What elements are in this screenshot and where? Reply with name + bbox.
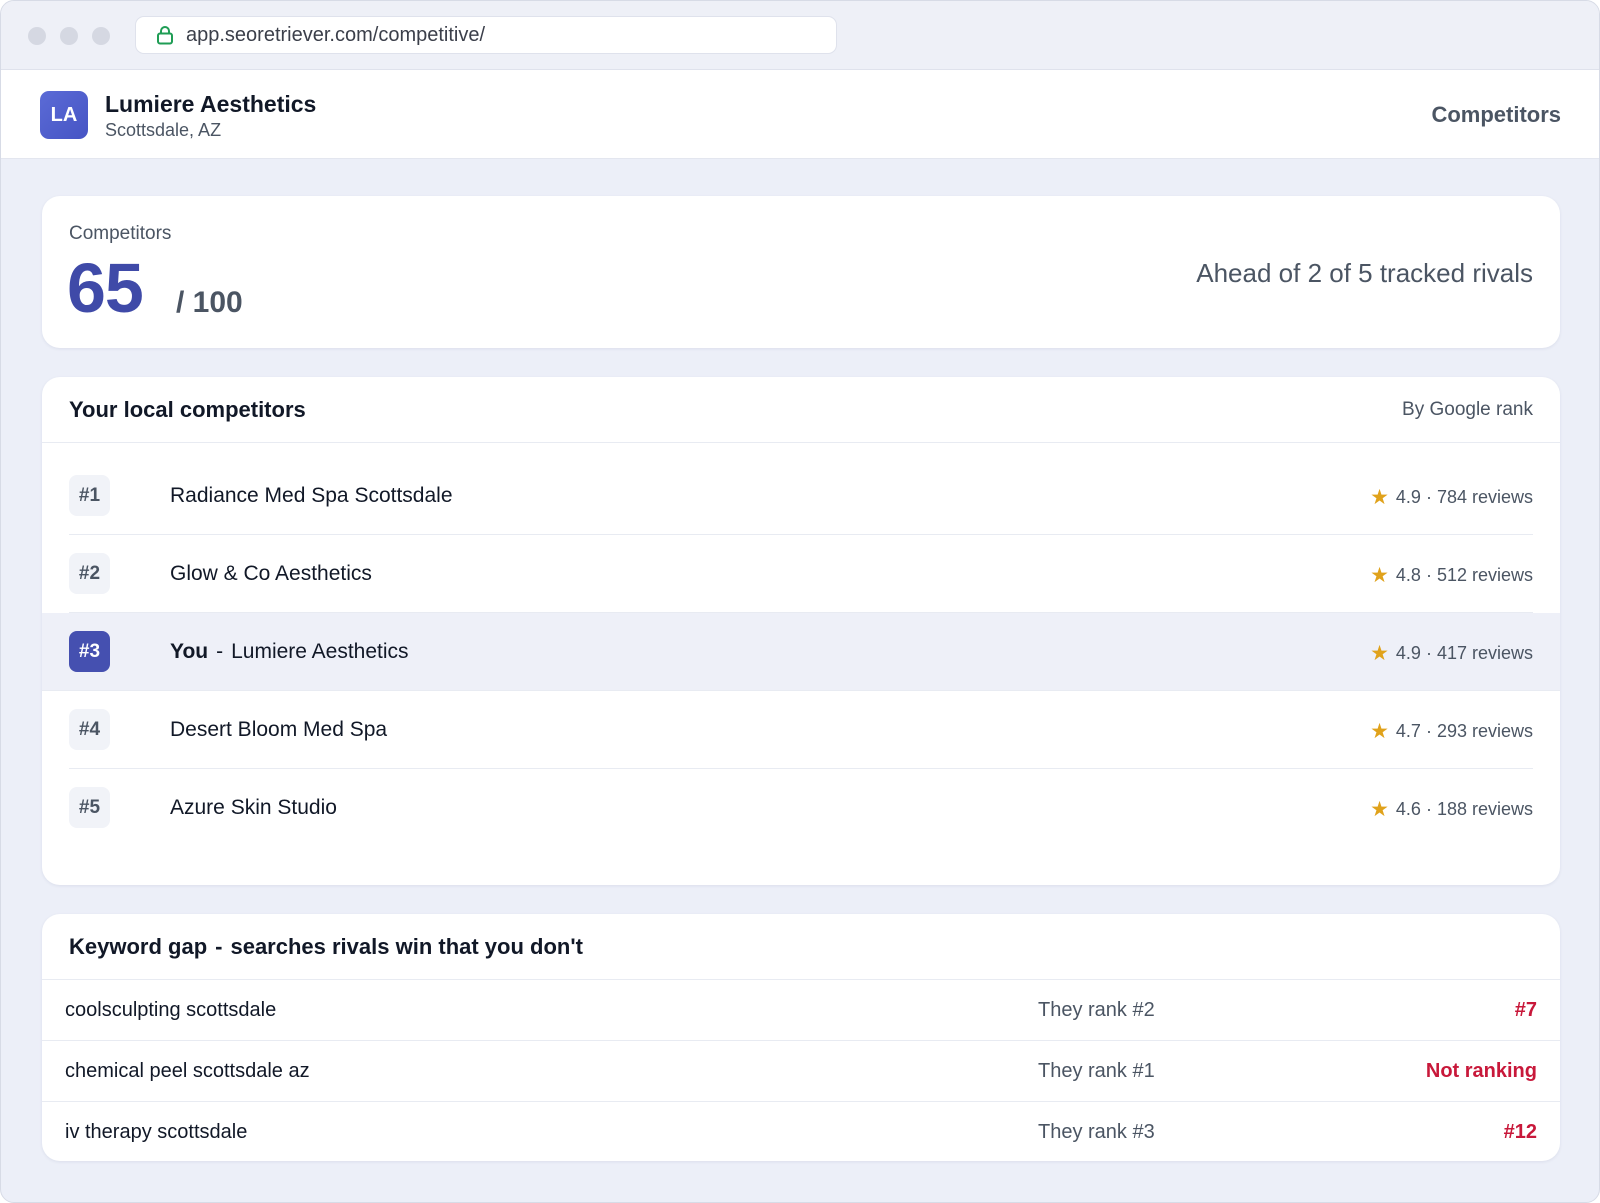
rating-text: 4.6 · 188 reviews — [1395, 799, 1533, 819]
competitor-rating: ★ 4.9 · 784 reviews — [1370, 485, 1533, 510]
keyword-gap-title: Keyword gap - searches rivals win that you… — [69, 934, 583, 960]
your-rank: #12 — [1503, 1121, 1537, 1143]
your-rank: Not ranking — [1425, 1060, 1537, 1082]
competitor-row[interactable]: #1 Radiance Med Spa Scottsdale ★ 4.9 · 7… — [42, 457, 1560, 535]
competitor-rating: ★ 4.6 · 188 reviews — [1370, 797, 1533, 822]
their-rank: They rank #3 — [1038, 1121, 1155, 1143]
competitor-row[interactable]: #4 Desert Bloom Med Spa ★ 4.7 · 293 revi… — [42, 691, 1560, 769]
star-icon: ★ — [1370, 642, 1389, 665]
competitor-row[interactable]: #2 Glow & Co Aesthetics ★ 4.8 · 512 revi… — [42, 535, 1560, 613]
competitor-name: Desert Bloom Med Spa — [170, 718, 388, 741]
keyword-term: chemical peel scottsdale az — [65, 1060, 310, 1082]
competitor-rating: ★ 4.9 · 417 reviews — [1370, 641, 1533, 666]
rank-badge: #2 — [69, 553, 110, 594]
keyword-row[interactable]: coolsculpting scottsdale They rank #2 #7 — [42, 980, 1560, 1041]
business-name: Lumiere Aesthetics — [105, 91, 317, 117]
nav-competitors[interactable]: Competitors — [1431, 102, 1561, 128]
competitor-row[interactable]: #5 Azure Skin Studio ★ 4.6 · 188 reviews — [42, 769, 1560, 847]
window-maximize-button[interactable] — [92, 27, 110, 45]
rating-text: 4.8 · 512 reviews — [1395, 565, 1533, 585]
rank-badge: #4 — [69, 709, 110, 750]
score-max: / 100 — [176, 286, 243, 319]
competitors-header: Your local competitors By Google rank — [42, 377, 1560, 443]
keyword-gap-header: Keyword gap - searches rivals win that you… — [42, 914, 1560, 980]
star-icon: ★ — [1370, 720, 1389, 743]
rating-text: 4.9 · 784 reviews — [1395, 487, 1533, 507]
url-text[interactable]: app.seoretriever.com/competitive/ — [186, 24, 485, 47]
competitors-card: Your local competitors By Google rank #1… — [42, 377, 1560, 885]
keyword-term: iv therapy scottsdale — [65, 1121, 248, 1143]
title-separator: - — [215, 934, 223, 959]
their-rank: They rank #1 — [1038, 1060, 1155, 1082]
competitors-sort-label: By Google rank — [1402, 399, 1533, 420]
score-summary: Ahead of 2 of 5 tracked rivals — [1196, 258, 1533, 288]
browser-window: app.seoretriever.com/competitive/ LA Lum… — [0, 0, 1600, 1203]
keyword-row[interactable]: chemical peel scottsdale az They rank #1… — [42, 1041, 1560, 1102]
rating-text: 4.9 · 417 reviews — [1395, 643, 1533, 663]
competitors-list: #1 Radiance Med Spa Scottsdale ★ 4.9 · 7… — [42, 457, 1560, 847]
window-close-button[interactable] — [28, 27, 46, 45]
competitor-name: Azure Skin Studio — [170, 796, 337, 819]
business-location: Scottsdale, AZ — [105, 120, 222, 140]
your-rank: #7 — [1514, 999, 1537, 1021]
competitor-name-you: You - Lumiere Aesthetics — [170, 640, 409, 664]
competitor-row-you[interactable]: #3 You - Lumiere Aesthetics ★ 4.9 · 417 re… — [42, 613, 1560, 691]
lock-icon — [157, 26, 173, 45]
competitor-rating: ★ 4.7 · 293 reviews — [1370, 719, 1533, 744]
you-tag: You — [170, 640, 209, 663]
competitor-rating: ★ 4.8 · 512 reviews — [1370, 563, 1533, 588]
competitor-name: Glow & Co Aesthetics — [170, 562, 372, 585]
star-icon: ★ — [1370, 798, 1389, 821]
score-value: 65 — [67, 249, 144, 327]
star-icon: ★ — [1370, 486, 1389, 509]
rank-badge: #5 — [69, 787, 110, 828]
your-business-name: Lumiere Aesthetics — [231, 640, 409, 663]
competitors-title: Your local competitors — [69, 397, 306, 422]
score-card: Competitors 65 / 100 Ahead of 2 of 5 tra… — [42, 196, 1560, 348]
rating-text: 4.7 · 293 reviews — [1395, 721, 1533, 741]
keyword-term: coolsculpting scottsdale — [65, 999, 277, 1021]
star-icon: ★ — [1370, 564, 1389, 587]
their-rank: They rank #2 — [1038, 999, 1155, 1021]
name-separator: - — [216, 640, 224, 663]
keyword-gap-card: Keyword gap - searches rivals win that you… — [42, 914, 1560, 1161]
rank-badge-you: #3 — [69, 631, 110, 672]
browser-chrome: app.seoretriever.com/competitive/ — [1, 1, 1599, 70]
address-bar[interactable]: app.seoretriever.com/competitive/ — [135, 16, 837, 54]
score-label: Competitors — [69, 223, 172, 244]
business-logo: LA — [40, 91, 88, 139]
rank-badge: #1 — [69, 475, 110, 516]
competitor-name: Radiance Med Spa Scottsdale — [170, 484, 453, 507]
window-minimize-button[interactable] — [60, 27, 78, 45]
keyword-gap-title-main: Keyword gap — [69, 934, 208, 959]
keyword-row[interactable]: iv therapy scottsdale They rank #3 #12 — [42, 1102, 1560, 1161]
app-header: LA Lumiere Aesthetics Scottsdale, AZ Com… — [1, 70, 1599, 159]
keyword-gap-subtitle: searches rivals win that you don't — [230, 934, 583, 959]
